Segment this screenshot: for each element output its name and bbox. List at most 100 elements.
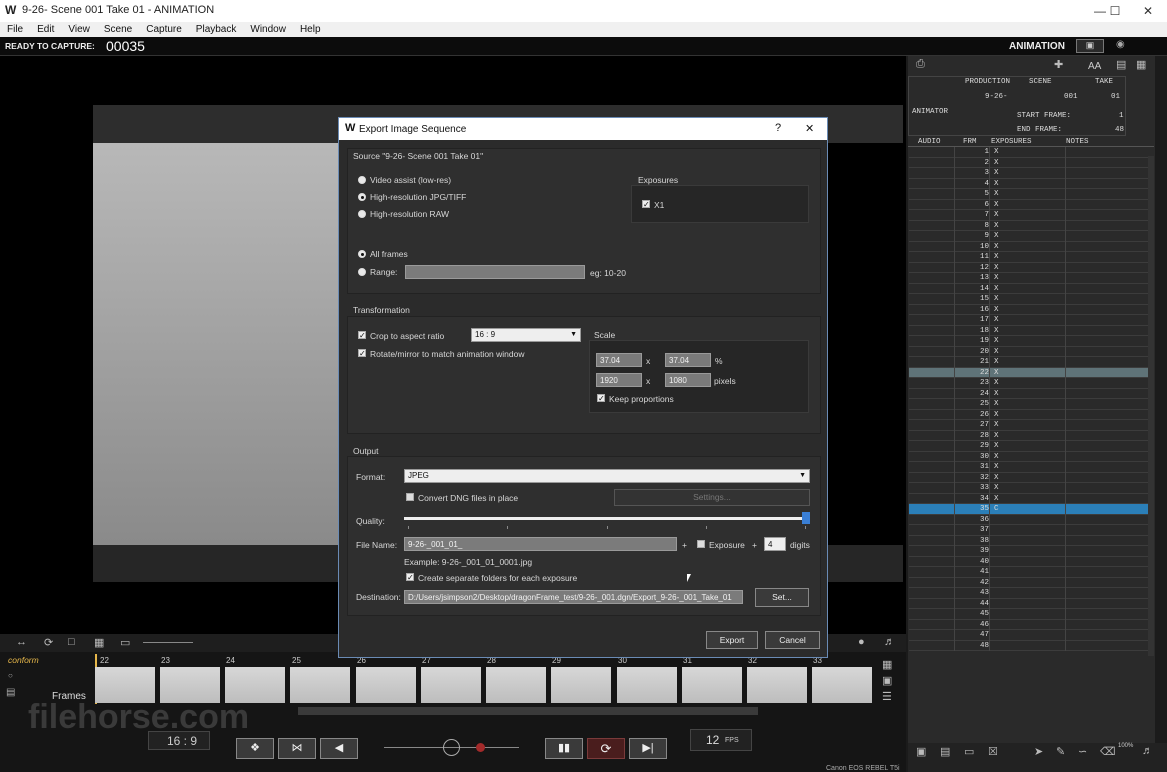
frame-thumbnail[interactable] [421,667,481,703]
xsheet-row[interactable]: 23 X [909,378,1154,389]
xsheet-row[interactable]: 45 [909,609,1154,620]
radio-all-frames[interactable] [358,250,366,258]
xsheet-row[interactable]: 6X [909,200,1154,210]
xsheet-row[interactable]: 26 X [909,410,1154,420]
font-size-icon[interactable]: AA [1088,61,1101,72]
grid-view-icon[interactable]: ▦ [1136,58,1146,71]
destination-input[interactable]: D:/Users/jsimpson2/Desktop/dragonFrame_t… [404,590,743,604]
xsheet-row[interactable]: 47 [909,630,1154,641]
onion-icon[interactable]: ● [858,636,865,648]
frame-thumbnail[interactable] [682,667,742,703]
filename-input[interactable]: 9-26-_001_01_ [404,537,677,551]
quality-slider[interactable] [404,517,807,520]
xsheet-row[interactable]: 14 X [909,284,1154,294]
step-back-button[interactable]: ◀ [320,738,358,759]
crop-checkbox[interactable]: ✓ [358,331,366,340]
menu-edit[interactable]: Edit [30,22,61,37]
menu-window[interactable]: Window [243,22,293,37]
xsheet-row[interactable]: 15 X [909,294,1154,305]
crop-icon[interactable]: □ [68,636,75,648]
fps-dropdown[interactable]: 12 FPS [690,729,752,751]
menu-scene[interactable]: Scene [97,22,139,37]
frame-thumbnail[interactable] [290,667,350,703]
maximize-icon[interactable]: ☐ [1100,0,1130,22]
xsheet-row[interactable]: 12 X [909,263,1154,273]
xsheet-row[interactable]: 21 X [909,357,1154,368]
thumbnail-view-icon[interactable]: ▦ [882,658,892,671]
frame-thumbnail[interactable] [551,667,611,703]
xsheet-row[interactable]: 48 [909,641,1154,651]
scale-height-percent-input[interactable]: 37.04 [665,353,711,367]
radio-video-assist[interactable] [358,176,366,184]
range-input[interactable] [405,265,585,279]
xsheet-row[interactable]: 46 [909,620,1154,630]
add-column-icon[interactable]: ✚ [1054,58,1063,71]
export-button[interactable]: Export [706,631,758,649]
xsheet-row[interactable]: 9X [909,231,1154,242]
keep-proportions-checkbox[interactable]: ✓ [597,394,605,403]
menu-capture[interactable]: Capture [139,22,189,37]
xsheet-row[interactable]: 44 [909,599,1154,609]
xsheet-row[interactable]: 24 X [909,389,1154,399]
scale-width-percent-input[interactable]: 37.04 [596,353,642,367]
rotate-checkbox[interactable]: ✓ [358,349,366,358]
xsheet-row[interactable]: 1X [909,147,1154,158]
trash-icon[interactable]: ▤ [6,687,15,698]
xsheet-row[interactable]: 17 X [909,315,1154,326]
frame-thumbnail[interactable] [486,667,546,703]
xsheet-row[interactable]: 10 X [909,242,1154,252]
xsheet-row[interactable]: 42 [909,578,1154,588]
camera-icon[interactable]: ◉ [1116,39,1125,50]
go-to-live-button[interactable]: ▶| [629,738,667,759]
speaker-icon[interactable]: ♬ [1142,745,1153,757]
fit-arrows-icon[interactable]: ↔ [16,636,27,648]
help-icon[interactable]: ? [775,122,781,134]
xsheet-row[interactable]: 4X [909,179,1154,189]
xsheet-row[interactable]: 5X [909,189,1154,200]
xsheet-row[interactable]: 29 X [909,441,1154,452]
xsheet-row[interactable]: 3X [909,168,1154,179]
aspect-select[interactable]: 16 : 9 ▼ [471,328,581,342]
go-to-start-button[interactable]: ⋈ [278,738,316,759]
grid-icon[interactable]: ▦ [94,636,104,649]
scale-width-pixels-input[interactable]: 1920 [596,373,642,387]
eraser-icon[interactable]: ⌫ [1100,745,1116,758]
xsheet-row[interactable]: 13 X [909,273,1154,284]
monitor-icon[interactable]: ▣ [1076,39,1104,53]
xsheet-row[interactable]: 20 X [909,347,1154,357]
xsheet-row[interactable]: 35 C [909,504,1154,515]
view-zoom-slider[interactable] [143,642,193,643]
rotate-icon[interactable]: ⟳ [44,636,53,649]
convert-dng-checkbox[interactable] [406,493,414,501]
shuttle-button[interactable]: ❖ [236,738,274,759]
xsheet-row[interactable]: 33 X [909,483,1154,494]
loop-button[interactable]: ⟳ [587,738,625,759]
xsheet-row[interactable]: 31 X [909,462,1154,473]
select-arrow-icon[interactable]: ➤ [1034,745,1043,758]
xsheet-tool-icon[interactable]: ▤ [940,745,950,758]
radio-range[interactable] [358,268,366,276]
xsheet-row[interactable]: 16 X [909,305,1154,315]
exposure-x1-checkbox[interactable]: ✓ [642,200,650,209]
frame-thumbnail[interactable] [812,667,872,703]
xsheet-tool-icon[interactable]: ▭ [964,745,974,758]
xsheet-row[interactable]: 19 X [909,336,1154,347]
playback-knob[interactable] [443,739,460,756]
xsheet-row[interactable]: 36 [909,515,1154,525]
exposure-checkbox[interactable] [697,540,705,548]
menu-file[interactable]: File [0,22,30,37]
separate-folders-checkbox[interactable]: ✓ [406,573,414,582]
xsheet-row[interactable]: 30 X [909,452,1154,462]
xsheet-row[interactable]: 32 X [909,473,1154,483]
frame-thumbnail[interactable] [617,667,677,703]
column-view-icon[interactable]: ▤ [1116,58,1126,71]
format-select[interactable]: JPEG ▼ [404,469,810,483]
xsheet-row[interactable]: 41 [909,567,1154,578]
xsheet-row[interactable]: 8X [909,221,1154,231]
cancel-button[interactable]: Cancel [765,631,820,649]
scale-height-pixels-input[interactable]: 1080 [665,373,711,387]
xsheet-scrollbar[interactable] [1148,156,1154,656]
dialog-close-icon[interactable]: ✕ [805,122,814,135]
frame-thumbnail[interactable] [747,667,807,703]
xsheet-row[interactable]: 7X [909,210,1154,221]
